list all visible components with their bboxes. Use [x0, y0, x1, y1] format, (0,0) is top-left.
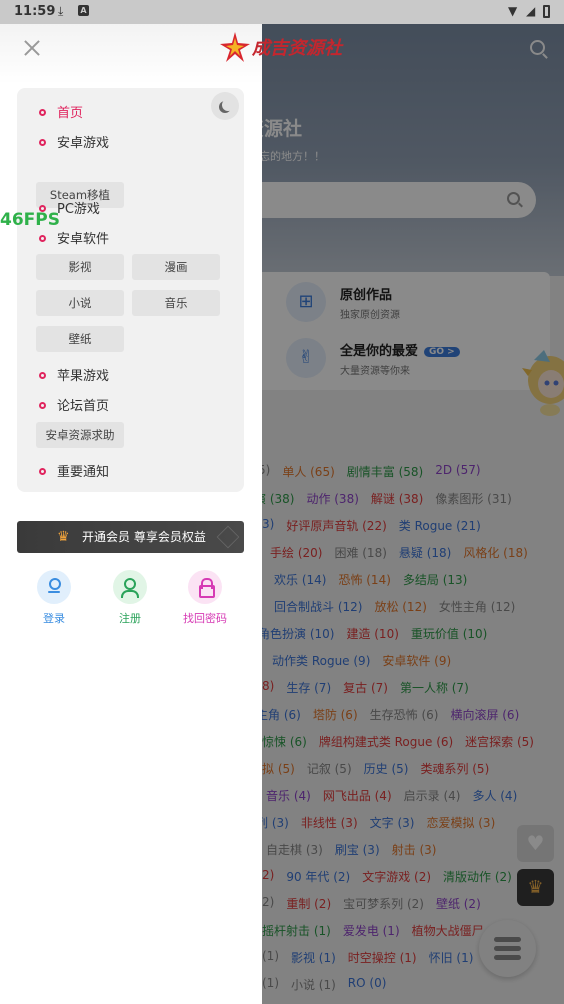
submenu-resource-help[interactable]: 安卓资源求助: [36, 422, 124, 448]
menu-item-forum-home[interactable]: 论坛首页: [39, 395, 109, 414]
fps-counter: 46FPS: [0, 210, 60, 230]
bullet-icon: [39, 235, 46, 242]
vip-membership-button[interactable]: ♛ 开通会员 尊享会员权益: [17, 521, 244, 553]
app-notification-icon: A: [78, 5, 89, 16]
download-icon: ⤓: [58, 4, 64, 18]
menu-item-notices[interactable]: 重要通知: [39, 461, 109, 480]
login-button[interactable]: 登录: [19, 570, 89, 626]
recover-password-button[interactable]: 找回密码: [170, 570, 240, 626]
bullet-icon: [39, 109, 46, 116]
submenu-wallpaper[interactable]: 壁纸: [36, 326, 124, 352]
menu-item-android-software[interactable]: 安卓软件: [39, 228, 109, 247]
submenu-video[interactable]: 影视: [36, 254, 124, 280]
battery-icon: [543, 5, 550, 18]
nav-menu: 首页 安卓游戏 Steam移植 PC游戏 安卓软件 影视 漫画 小说 音乐 壁纸…: [17, 88, 244, 492]
vip-label: 开通会员 尊享会员权益: [82, 530, 206, 544]
bullet-icon: [39, 139, 46, 146]
side-drawer: 首页 安卓游戏 Steam移植 PC游戏 安卓软件 影视 漫画 小说 音乐 壁纸…: [0, 24, 262, 1004]
recover-password-label: 找回密码: [183, 612, 227, 625]
status-time: 11:59: [14, 4, 56, 19]
drawer-header: [0, 24, 262, 84]
menu-item-android-games[interactable]: 安卓游戏: [39, 132, 109, 151]
submenu-novels[interactable]: 小说: [36, 290, 124, 316]
login-label: 登录: [43, 612, 65, 625]
wifi-icon: ▼: [508, 4, 518, 18]
diamond-deco-icon: [216, 525, 240, 549]
register-label: 注册: [119, 612, 141, 625]
menu-item-home[interactable]: 首页: [39, 102, 83, 121]
login-user-icon: [37, 570, 71, 604]
dark-mode-moon-icon[interactable]: [211, 92, 239, 120]
logo-text: 成吉资源社: [252, 38, 342, 59]
register-user-icon: [113, 570, 147, 604]
crown-icon: ♛: [57, 529, 70, 545]
close-icon[interactable]: [22, 38, 42, 58]
status-bar: 11:59 ⤓ A ▼ ◢: [0, 0, 564, 24]
bullet-icon: [39, 402, 46, 409]
lock-icon: [188, 570, 222, 604]
menu-item-apple-games[interactable]: 苹果游戏: [39, 365, 109, 384]
signal-icon: ◢: [526, 4, 536, 18]
bullet-icon: [39, 372, 46, 379]
logo-icon: [220, 32, 250, 62]
register-button[interactable]: 注册: [95, 570, 165, 626]
submenu-music[interactable]: 音乐: [132, 290, 220, 316]
bullet-icon: [39, 468, 46, 475]
submenu-comics[interactable]: 漫画: [132, 254, 220, 280]
